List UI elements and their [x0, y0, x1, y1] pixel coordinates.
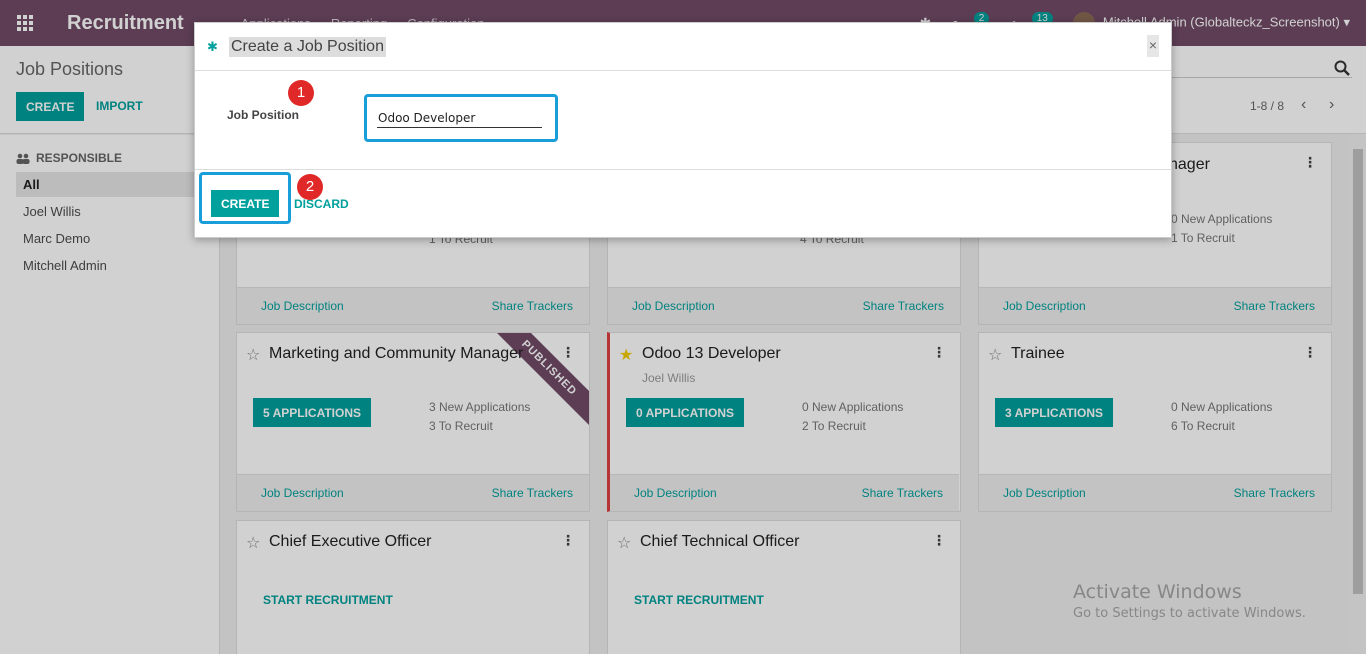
dialog-body: Job Position	[195, 71, 1171, 169]
dialog-footer: CREATE DISCARD	[195, 169, 1171, 237]
bug-icon: ✱	[207, 39, 218, 54]
input-highlight-box	[364, 94, 558, 142]
dialog-title: Create a Job Position	[229, 37, 386, 57]
step-marker-1: 1	[288, 80, 314, 106]
create-job-dialog: ✱ Create a Job Position × Job Position C…	[194, 22, 1172, 238]
close-icon[interactable]: ×	[1147, 35, 1159, 57]
create-highlight-box	[199, 172, 291, 224]
dialog-header: ✱ Create a Job Position ×	[195, 23, 1171, 71]
job-position-label: Job Position	[227, 108, 299, 122]
step-marker-2: 2	[297, 174, 323, 200]
dialog-discard-button[interactable]: DISCARD	[294, 197, 349, 211]
